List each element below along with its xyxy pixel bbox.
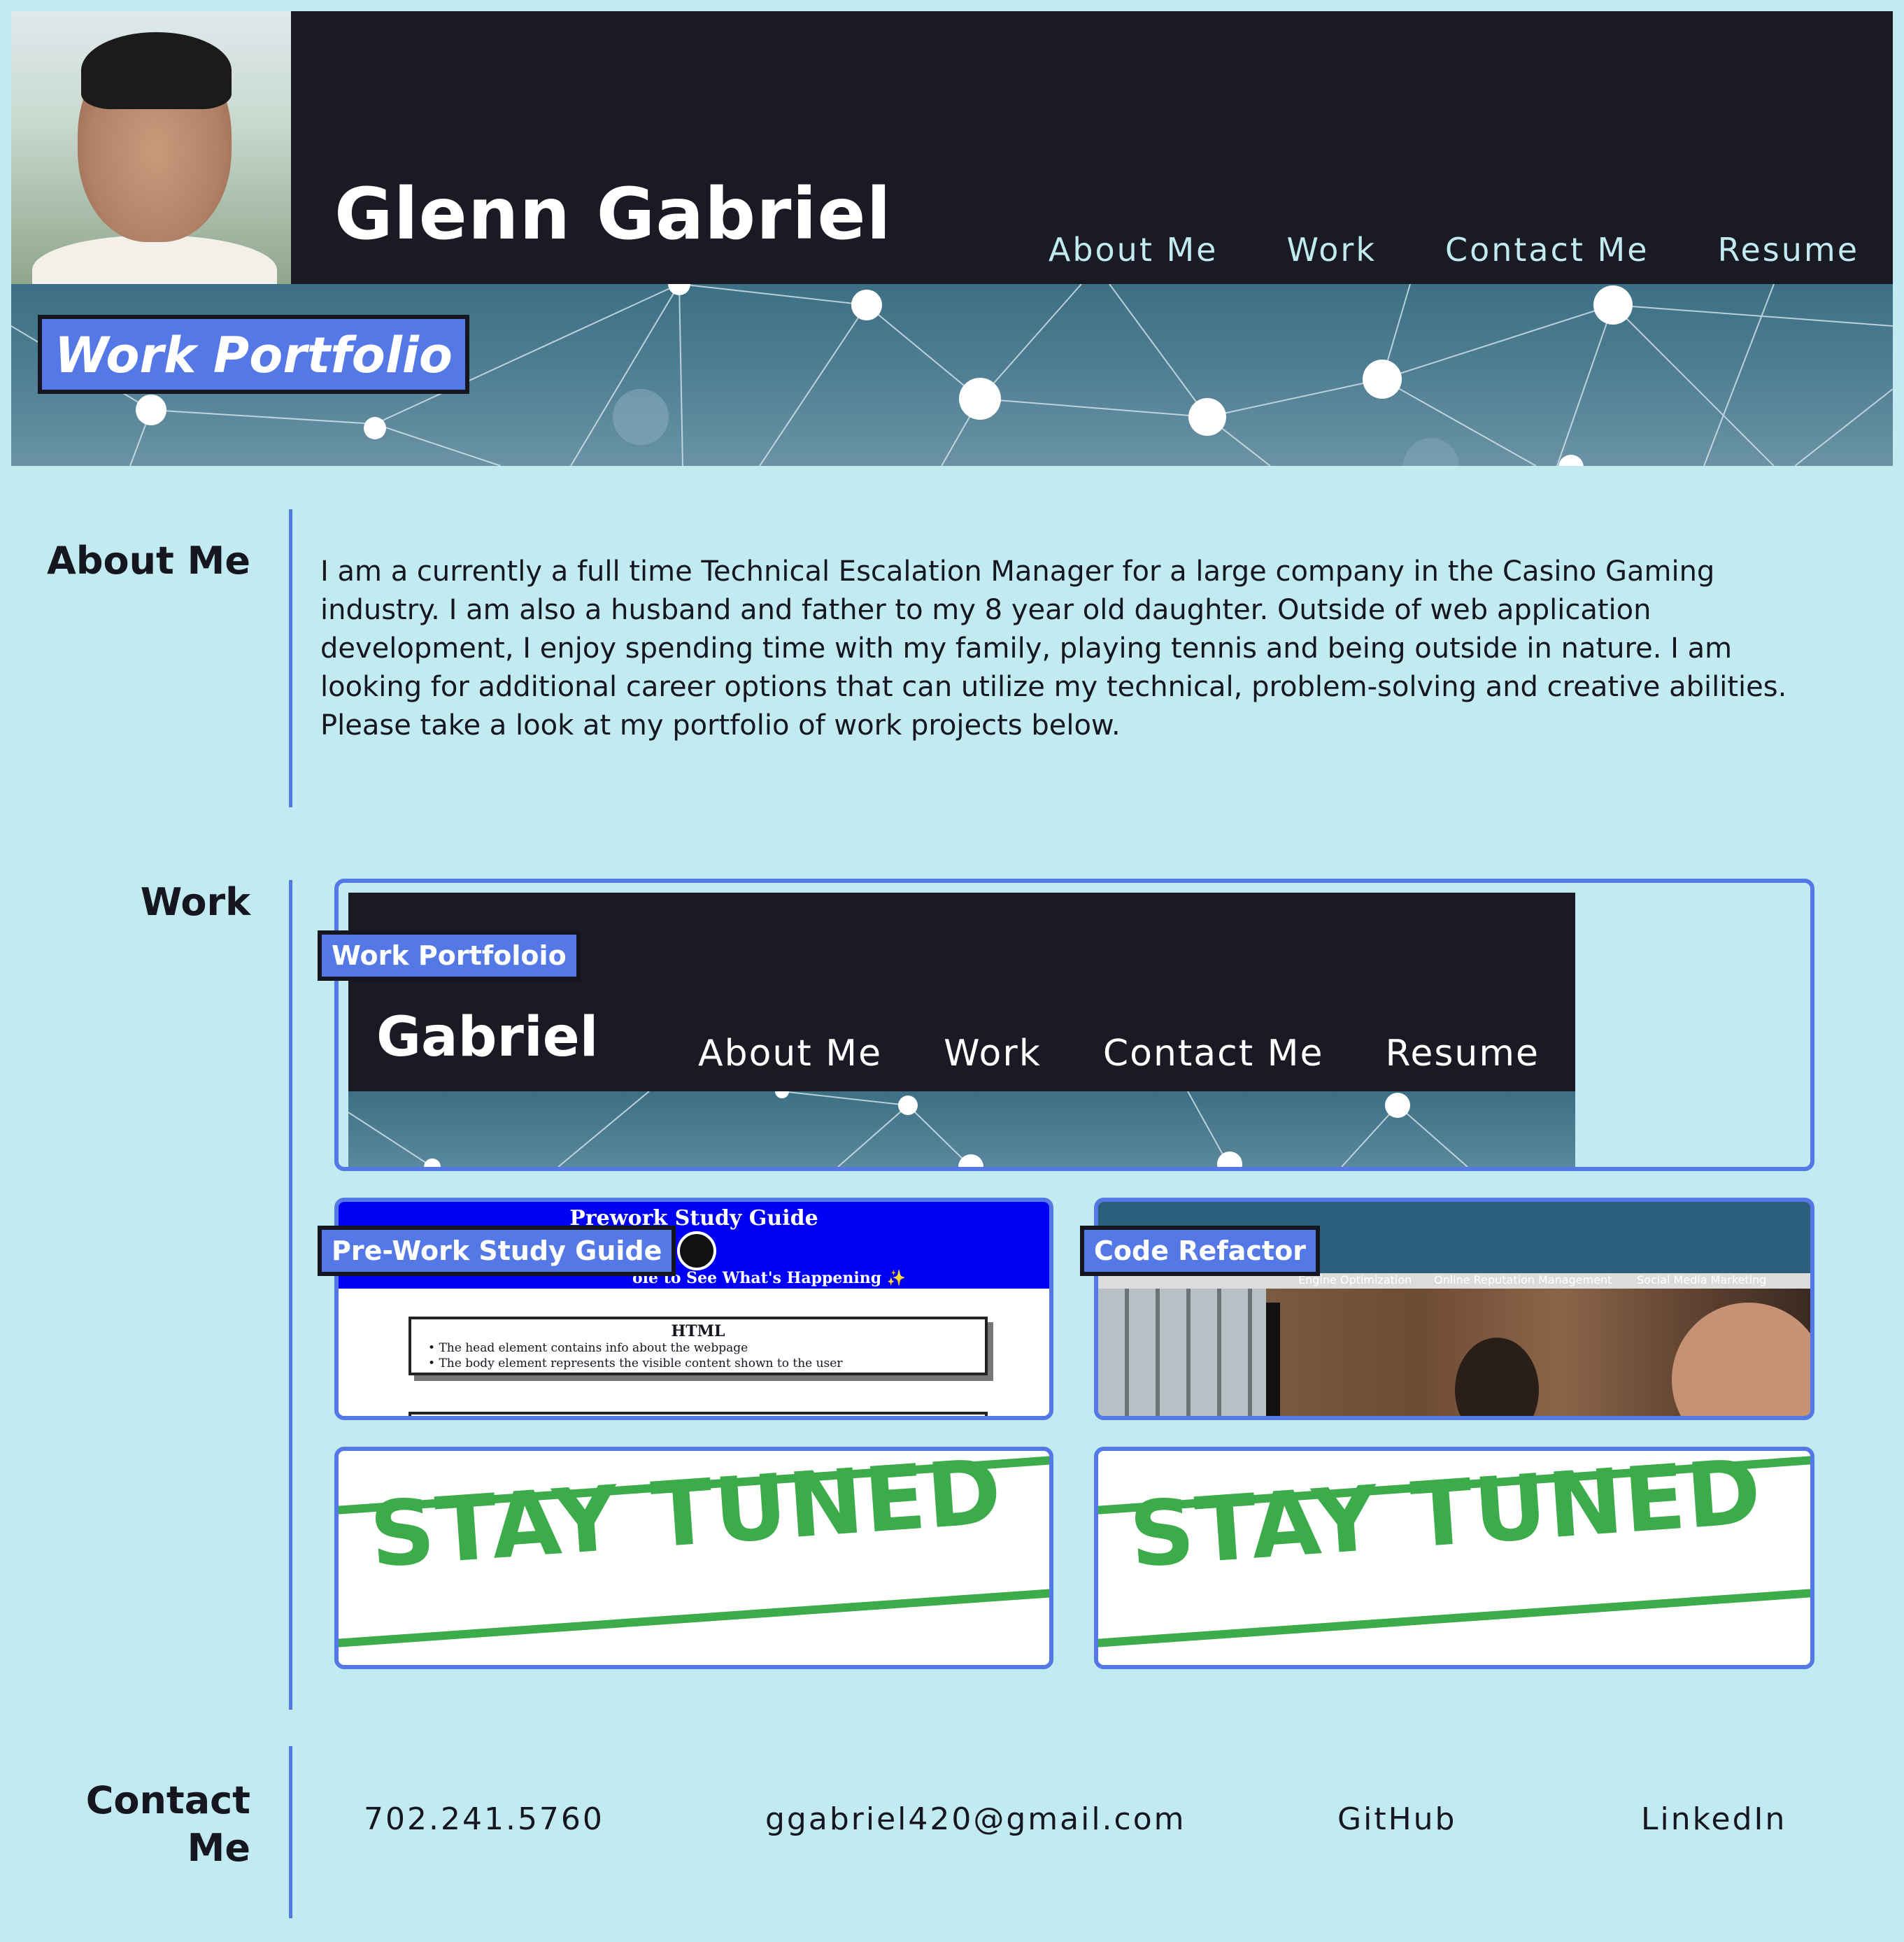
preview-html-heading: HTML <box>671 1322 725 1340</box>
site-header: Glenn Gabriel About Me Work Contact Me R… <box>11 11 1893 284</box>
nav-contact-me[interactable]: Contact Me <box>1445 231 1649 269</box>
nav-about-me[interactable]: About Me <box>1049 231 1219 269</box>
work-divider <box>289 880 292 1710</box>
project-preview-header: Gabriel About Me Work Contact Me Resume <box>348 893 1575 1091</box>
cat-icon <box>677 1231 716 1270</box>
about-me-text: I am a currently a full time Technical E… <box>320 555 1787 742</box>
preview-nav-resume: Resume <box>1385 1033 1540 1075</box>
nav-resume[interactable]: Resume <box>1718 231 1859 269</box>
preview-nav-contact: Contact Me <box>1102 1033 1324 1075</box>
preview-site-name: Gabriel <box>376 1006 599 1069</box>
project-tag-code-refactor[interactable]: Code Refactor <box>1080 1226 1320 1276</box>
project-card-prework-study-guide[interactable]: Prework Study Guide ole to See What's Ha… <box>318 1198 1053 1420</box>
project-preview-banner <box>348 1084 1575 1167</box>
preview-refactor-photo <box>1098 1289 1810 1416</box>
contact-divider <box>289 1746 292 1918</box>
project-card-stay-tuned-2: STAY TUNED <box>1094 1447 1814 1669</box>
page-title: Work Portfolio <box>38 315 469 394</box>
preview-nav-work: Work <box>944 1033 1042 1075</box>
site-name: Glenn Gabriel <box>334 173 892 256</box>
work-heading: Work <box>140 880 250 924</box>
project-tag-work-portfolio[interactable]: Work Portfoloio <box>318 930 581 981</box>
project-tag-prework-study-guide[interactable]: Pre-Work Study Guide <box>318 1226 676 1276</box>
project-card-code-refactor[interactable]: Engine Optimization Online Reputation Ma… <box>1080 1198 1814 1420</box>
contact-phone[interactable]: 702.241.5760 <box>364 1801 604 1837</box>
about-me-divider <box>289 509 292 807</box>
nav-work[interactable]: Work <box>1286 231 1376 269</box>
contact-github-link[interactable]: GitHub <box>1337 1801 1456 1837</box>
contact-linkedin-link[interactable]: LinkedIn <box>1641 1801 1786 1837</box>
preview-bullet: • The head element contains info about t… <box>428 1341 748 1355</box>
profile-photo <box>11 11 291 284</box>
contact-email[interactable]: ggabriel420@gmail.com <box>765 1801 1186 1837</box>
preview-bullet: • The body element represents the visibl… <box>428 1356 843 1370</box>
contact-me-heading: Contact Me <box>85 1778 250 1870</box>
project-card-stay-tuned-1: STAY TUNED <box>334 1447 1053 1669</box>
contact-links: 702.241.5760 ggabriel420@gmail.com GitHu… <box>320 1801 1803 1843</box>
preview-nav-about: About Me <box>698 1033 883 1075</box>
about-me-heading: About Me <box>47 539 250 583</box>
main-nav: About Me Work Contact Me Resume <box>1049 231 1859 269</box>
preview-prework-body: HTML • The head element contains info ab… <box>339 1289 1049 1416</box>
hero-banner: Work Portfolio <box>11 284 1893 466</box>
project-card-work-portfolio[interactable]: Gabriel About Me Work Contact Me Resume <box>318 879 1814 1171</box>
